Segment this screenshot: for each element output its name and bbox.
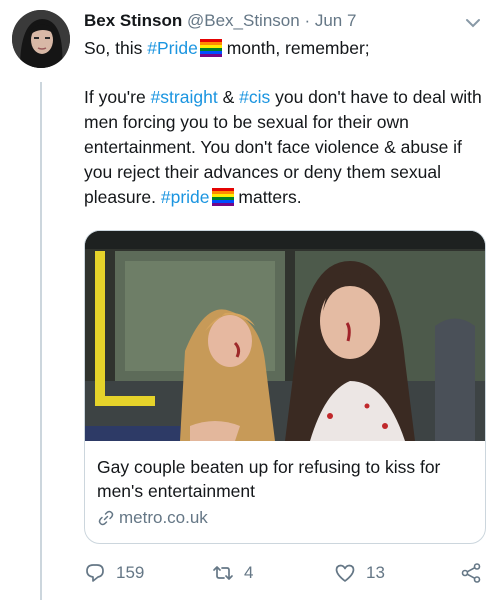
tweet-date[interactable]: Jun 7	[315, 11, 357, 30]
rainbow-flag-icon	[211, 188, 234, 206]
share-button[interactable]	[460, 560, 482, 586]
thread-line	[40, 82, 42, 600]
chevron-down-icon[interactable]	[464, 14, 482, 32]
card-title[interactable]: Gay couple beaten up for refusing to kis…	[97, 455, 473, 503]
card-domain-text: metro.co.uk	[119, 508, 208, 527]
card-body: Gay couple beaten up for refusing to kis…	[85, 441, 485, 528]
text-segment: matters.	[233, 187, 302, 207]
text-segment: month, remember;	[221, 38, 370, 58]
text-segment: So, this	[84, 38, 148, 58]
tweet-paragraph-2: If you're #straight & #cis you don't hav…	[84, 85, 488, 210]
reply-button[interactable]: 159	[84, 560, 144, 586]
hashtag-pride[interactable]: #Pride	[147, 38, 198, 58]
text-segment: &	[217, 87, 240, 107]
tweet-paragraph-1: So, this #Pride month, remember;	[84, 36, 488, 61]
card-image[interactable]	[85, 231, 485, 441]
author-handle[interactable]: @Bex_Stinson	[187, 11, 300, 30]
tweet-header: Bex Stinson @Bex_Stinson · Jun 7	[84, 10, 458, 32]
link-card[interactable]: Gay couple beaten up for refusing to kis…	[84, 230, 486, 544]
bus-photo	[85, 231, 485, 441]
tweet-actions: 159 4 13	[84, 560, 488, 586]
reply-icon	[86, 564, 104, 582]
retweet-icon	[213, 566, 233, 580]
like-count: 13	[366, 563, 385, 582]
like-button[interactable]: 13	[334, 560, 385, 586]
reply-count: 159	[116, 563, 145, 582]
card-domain: metro.co.uk	[97, 508, 473, 528]
retweet-count: 4	[244, 563, 254, 582]
hashtag-cis[interactable]: #cis	[239, 87, 270, 107]
text-segment: If you're	[84, 87, 151, 107]
hashtag-pride-2[interactable]: #pride	[161, 187, 210, 207]
share-icon	[461, 563, 481, 583]
hashtag-straight[interactable]: #straight	[151, 87, 218, 107]
retweet-button[interactable]: 4	[212, 560, 253, 586]
like-icon	[335, 564, 355, 582]
author-name[interactable]: Bex Stinson	[84, 11, 182, 30]
avatar[interactable]	[12, 10, 70, 68]
link-icon	[98, 510, 114, 526]
rainbow-flag-icon	[199, 39, 222, 57]
header-separator: ·	[304, 11, 311, 30]
tweet-text: So, this #Pride month, remember; If you'…	[84, 36, 488, 210]
